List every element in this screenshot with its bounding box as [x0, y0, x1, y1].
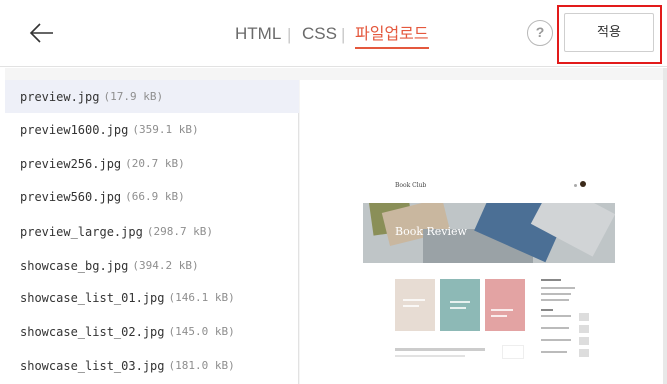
file-name: preview_large.jpg [20, 224, 143, 239]
preview-card [440, 279, 480, 331]
file-name: preview256.jpg [20, 156, 122, 171]
preview-hero-title: Book Review [395, 225, 467, 238]
apply-button[interactable]: 적용 [564, 13, 654, 52]
file-size: (17.9 kB) [103, 90, 164, 103]
editor-header: HTML | CSS | 파일업로드 ? 적용 [0, 0, 667, 67]
file-name: showcase_list_01.jpg [20, 290, 165, 305]
file-item-showcase-list-02[interactable]: showcase_list_02.jpg (145.0 kB) [5, 315, 299, 348]
file-name: showcase_list_03.jpg [20, 358, 165, 373]
file-size: (145.0 kB) [168, 325, 235, 338]
preview-hero: Book Review [363, 203, 615, 263]
file-item-preview[interactable]: preview.jpg (17.9 kB) [5, 80, 299, 113]
help-button[interactable]: ? [527, 20, 553, 46]
file-item-preview560[interactable]: preview560.jpg (66.9 kB) [5, 180, 299, 213]
file-list[interactable]: preview.jpg (17.9 kB) preview1600.jpg (3… [5, 80, 299, 384]
file-size: (298.7 kB) [146, 225, 214, 238]
file-item-showcase-bg[interactable]: showcase_bg.jpg (394.2 kB) [5, 249, 299, 282]
tab-html[interactable]: HTML [235, 24, 281, 44]
file-size: (359.1 kB) [132, 123, 199, 136]
file-size: (66.9 kB) [125, 190, 185, 203]
preview-footer-box [502, 345, 524, 359]
preview-nav [395, 193, 505, 208]
preview-card [395, 279, 435, 331]
preview-brand: Book Club [395, 182, 427, 189]
file-item-preview256[interactable]: preview256.jpg (20.7 kB) [5, 147, 299, 180]
preview-image: Book Club Book Review [363, 175, 615, 384]
file-name: showcase_bg.jpg [20, 258, 129, 273]
file-size: (146.1 kB) [168, 291, 235, 304]
tab-separator: | [287, 25, 292, 44]
file-size: (20.7 kB) [125, 157, 185, 170]
scrollbar-track[interactable] [663, 68, 667, 384]
preview-card [485, 279, 525, 331]
file-name: showcase_list_02.jpg [20, 324, 165, 339]
preview-footer-text [395, 355, 465, 357]
file-name: preview.jpg [20, 89, 100, 104]
file-item-showcase-list-03[interactable]: showcase_list_03.jpg (181.0 kB) [5, 349, 299, 382]
file-item-preview-large[interactable]: preview_large.jpg (298.7 kB) [5, 215, 299, 248]
tab-css[interactable]: CSS [302, 24, 337, 44]
file-size: (394.2 kB) [132, 259, 199, 272]
file-item-showcase-list-01[interactable]: showcase_list_01.jpg (146.1 kB) [5, 281, 299, 314]
preview-sidebar [541, 279, 589, 379]
file-item-preview1600[interactable]: preview1600.jpg (359.1 kB) [5, 113, 299, 146]
tab-separator: | [341, 25, 346, 44]
preview-search-icon [574, 184, 577, 187]
file-name: preview560.jpg [20, 189, 122, 204]
preview-avatar [580, 181, 586, 187]
tab-file-upload[interactable]: 파일업로드 [355, 24, 429, 49]
file-name: preview1600.jpg [20, 122, 129, 137]
file-size: (181.0 kB) [168, 359, 235, 372]
preview-footer-text [395, 348, 485, 351]
